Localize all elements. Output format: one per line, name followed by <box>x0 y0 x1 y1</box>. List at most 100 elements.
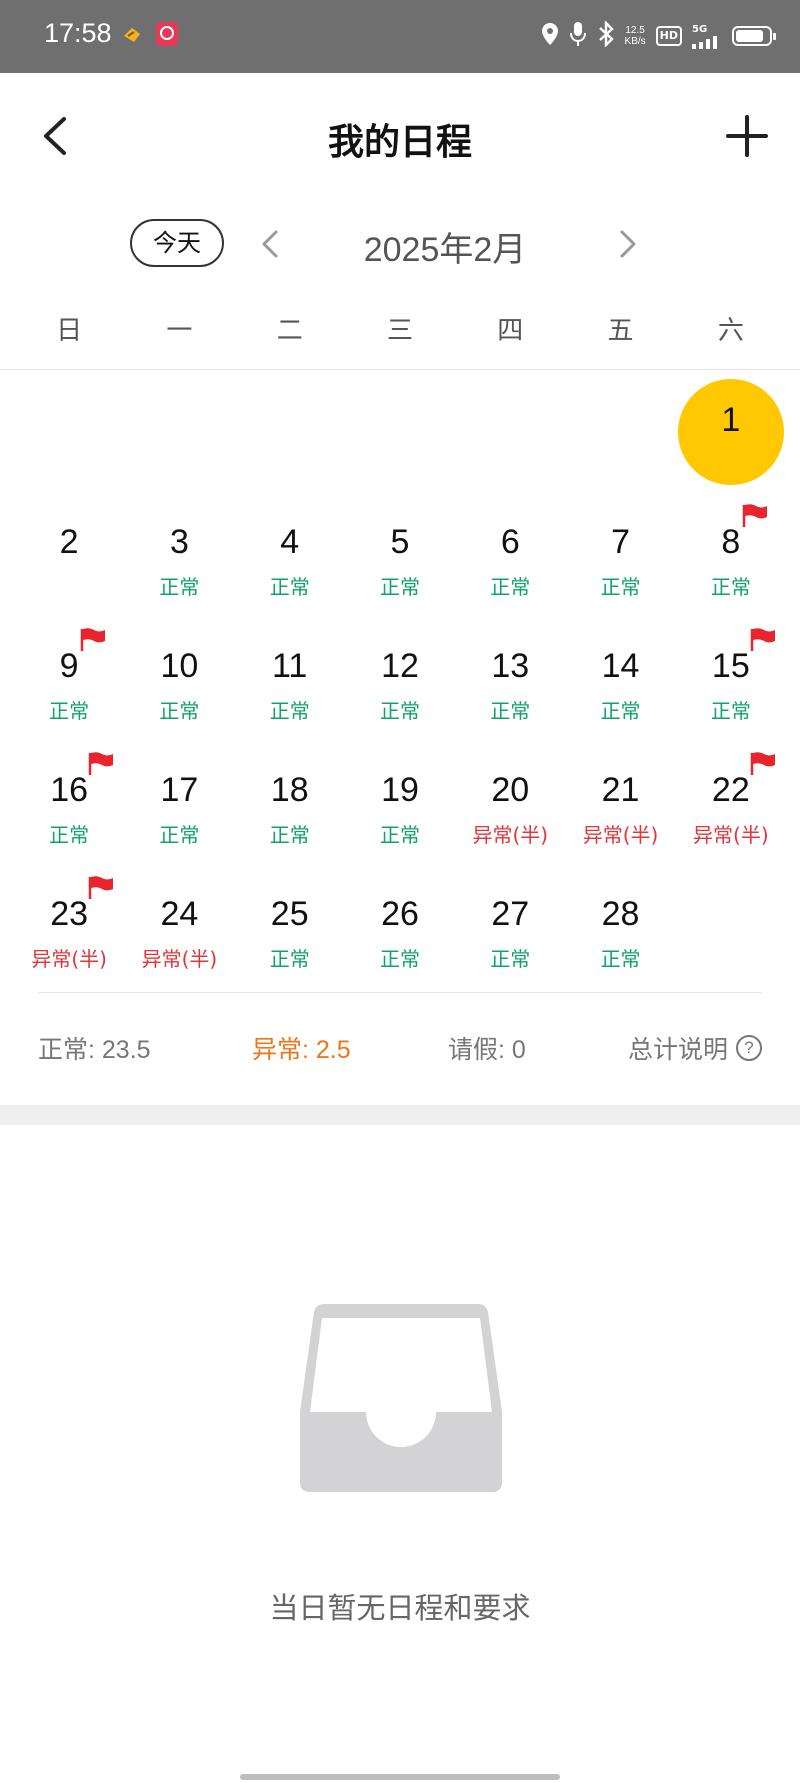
day-status: 正常 <box>600 947 641 971</box>
day-status: 正常 <box>49 699 90 723</box>
calendar-day[interactable]: 19 正常 <box>345 747 455 871</box>
day-number: 9 <box>59 647 79 685</box>
day-number: 27 <box>491 895 530 933</box>
day-status: 异常(半) <box>472 823 549 847</box>
day-number: 19 <box>381 771 419 809</box>
calendar-day[interactable]: 10 正常 <box>124 623 234 747</box>
calendar-day[interactable]: 16 正常 <box>14 747 124 871</box>
day-status: 正常 <box>269 947 310 971</box>
calendar-day[interactable]: 24 异常(半) <box>124 871 234 995</box>
day-number: 17 <box>160 771 199 809</box>
day-status: 正常 <box>379 823 420 847</box>
day-number: 7 <box>611 523 631 561</box>
summary-explain-label: 总计说明 <box>627 1036 728 1064</box>
calendar-day[interactable]: 3 正常 <box>124 499 234 623</box>
calendar-day[interactable]: 17 正常 <box>124 747 234 871</box>
day-status: 正常 <box>269 699 310 723</box>
battery-fill <box>736 30 763 42</box>
calendar-day[interactable]: 26 正常 <box>345 871 455 995</box>
calendar-day[interactable]: 21 异常(半) <box>565 747 675 871</box>
calendar-day[interactable]: 18 正常 <box>235 747 345 871</box>
flag-icon <box>742 504 767 527</box>
calendar-day[interactable]: 14 正常 <box>565 623 675 747</box>
day-number: 8 <box>721 523 741 561</box>
day-number: 13 <box>491 647 530 685</box>
day-status: 正常 <box>379 947 420 971</box>
day-status: 异常(半) <box>141 947 218 971</box>
next-month-button[interactable] <box>612 224 642 264</box>
calendar-day[interactable]: 25 正常 <box>235 871 345 995</box>
day-number: 3 <box>169 523 189 561</box>
status-time: 17:58 <box>44 18 112 48</box>
page-title: 我的日程 <box>327 122 472 163</box>
day-number: 12 <box>381 647 419 685</box>
day-status: 正常 <box>159 575 200 599</box>
weekday-label: 四 <box>497 316 524 346</box>
day-status: 异常(半) <box>582 823 659 847</box>
calendar-day[interactable]: 9 正常 <box>14 623 124 747</box>
flag-icon <box>80 628 106 651</box>
day-number: 11 <box>272 647 308 685</box>
header: 我的日程 <box>0 73 800 203</box>
day-number: 14 <box>601 647 640 685</box>
day-status: 正常 <box>49 823 90 847</box>
day-number: 25 <box>270 895 309 933</box>
divider <box>38 992 762 993</box>
status-right-group: 12.5 KB/s HD 5G <box>541 18 776 54</box>
calendar-day[interactable]: 12 正常 <box>345 623 455 747</box>
day-number: 2 <box>59 523 79 561</box>
calendar-day[interactable]: 5 正常 <box>345 499 455 623</box>
weekday-header: 日 一 二 三 四 五 六 <box>14 310 786 350</box>
day-number: 4 <box>280 523 300 561</box>
summary-abnormal: 异常: 2.5 <box>252 1036 351 1064</box>
calendar-day[interactable]: 22 异常(半) <box>676 747 786 871</box>
add-button[interactable] <box>724 113 770 159</box>
day-number: 5 <box>390 523 410 561</box>
bluetooth-icon <box>597 20 615 51</box>
calendar-day[interactable]: 23 异常(半) <box>14 871 124 995</box>
calendar-day[interactable]: 15 正常 <box>676 623 786 747</box>
attendance-summary: 正常: 23.5 异常: 2.5 请假: 0 总计说明 ? <box>38 1030 762 1070</box>
today-button[interactable]: 今天 <box>130 219 224 267</box>
signal-5g-label: 5G <box>692 23 708 35</box>
flag-icon <box>88 876 114 899</box>
day-status: 正常 <box>710 575 751 599</box>
hd-badge: HD <box>655 26 682 46</box>
calendar-day[interactable]: 8 正常 <box>676 499 786 623</box>
flag-icon <box>750 752 775 775</box>
day-number: 20 <box>491 771 530 809</box>
calendar-day[interactable]: 4 正常 <box>235 499 345 623</box>
day-number: 1 <box>721 401 741 439</box>
prev-month-button[interactable] <box>256 224 286 264</box>
day-number: 28 <box>601 895 640 933</box>
calendar-day[interactable]: 6 正常 <box>455 499 565 623</box>
summary-explain-button[interactable]: 总计说明 ? <box>628 1030 762 1066</box>
chevron-right-icon <box>620 230 636 258</box>
day-status: 正常 <box>600 699 641 723</box>
day-status: 异常(半) <box>31 947 107 971</box>
signal-icon: 5G <box>692 24 722 49</box>
calendar-day[interactable]: 11 正常 <box>235 623 345 747</box>
calendar-day[interactable]: 7 正常 <box>565 499 675 623</box>
net-speed-value: 12.5 <box>625 25 645 36</box>
app-notification-icon <box>122 24 142 44</box>
calendar-day[interactable]: 1 <box>676 375 786 499</box>
calendar-day[interactable]: 20 异常(半) <box>455 747 565 871</box>
calendar-day[interactable]: 2 <box>14 499 124 623</box>
home-indicator[interactable] <box>240 1774 560 1780</box>
calendar-day[interactable]: 13 正常 <box>455 623 565 747</box>
microphone-icon <box>569 21 587 51</box>
plus-icon <box>726 115 768 157</box>
day-status: 异常(半) <box>693 823 769 847</box>
day-status: 正常 <box>379 575 420 599</box>
day-number: 18 <box>270 771 309 809</box>
battery-icon <box>732 26 776 46</box>
empty-state-text: 当日暂无日程和要求 <box>269 1591 531 1625</box>
weekday-label: 日 <box>56 316 83 346</box>
calendar-day[interactable]: 27 正常 <box>455 871 565 995</box>
day-status: 正常 <box>269 823 310 847</box>
day-status: 正常 <box>159 699 200 723</box>
calendar-day[interactable]: 28 正常 <box>565 871 675 995</box>
network-speed: 12.5 KB/s <box>625 25 646 47</box>
day-number: 24 <box>160 895 199 933</box>
